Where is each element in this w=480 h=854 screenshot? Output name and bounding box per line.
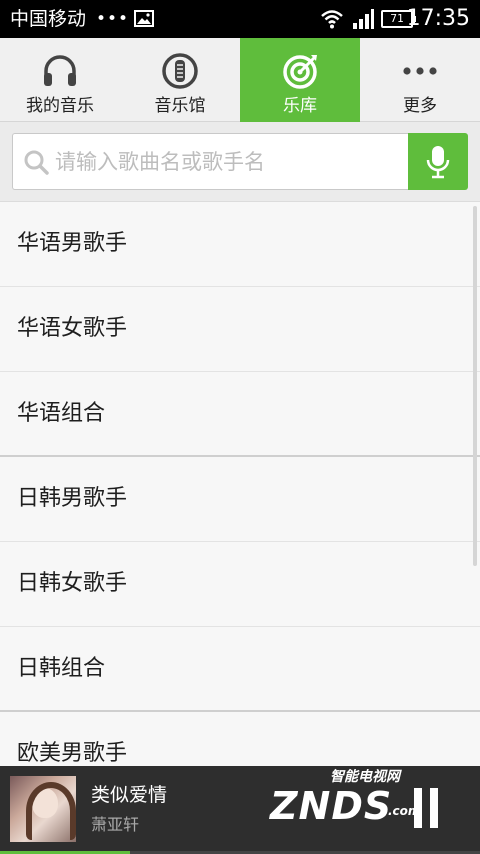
list-item-label: 欧美男歌手 [17, 741, 128, 766]
tab-label: 乐库 [283, 96, 317, 116]
top-tab-bar: 我的音乐 音乐馆 乐库 更多 [0, 38, 480, 122]
tab-library[interactable]: 乐库 [240, 38, 360, 122]
list-item-label: 华语女歌手 [17, 316, 128, 341]
list-item[interactable]: 华语女歌手 [0, 287, 480, 372]
microphone-icon [426, 146, 450, 179]
more-dots-icon [403, 67, 437, 75]
headphones-icon [44, 55, 76, 86]
search-icon [24, 150, 49, 175]
song-title: 类似爱情 [91, 784, 168, 806]
tab-music-hall[interactable]: 音乐馆 [120, 38, 240, 122]
list-item-label: 日韩女歌手 [17, 571, 128, 596]
list-item-label: 日韩男歌手 [17, 486, 128, 511]
watermark-main: ZNDS [270, 784, 393, 828]
tab-label: 音乐馆 [154, 96, 206, 116]
list-item-label: 华语组合 [17, 401, 106, 426]
voice-search-button[interactable] [408, 133, 468, 190]
signal-strength-icon [353, 9, 374, 29]
tab-label: 更多 [403, 96, 437, 116]
song-artist: 萧亚轩 [91, 815, 140, 834]
tab-more[interactable]: 更多 [360, 38, 480, 122]
status-bar: 中国移动 ••• 71 17:35 [0, 0, 480, 38]
list-item-label: 华语男歌手 [17, 231, 128, 256]
artist-category-list: 华语男歌手 华语女歌手 华语组合 日韩男歌手 日韩女歌手 日韩组合 欧美男歌手 [0, 202, 480, 766]
search-area [0, 122, 480, 202]
battery-level: 71 [390, 12, 404, 25]
search-input[interactable] [55, 143, 395, 181]
search-box[interactable] [12, 133, 408, 190]
list-scrollbar[interactable] [473, 206, 477, 566]
tab-my-music[interactable]: 我的音乐 [0, 38, 120, 122]
tab-label: 我的音乐 [26, 96, 94, 116]
watermark-suffix: .com [388, 804, 421, 818]
znds-watermark-logo: 智能电视网 ZNDS .com [268, 768, 421, 838]
music-hall-icon [162, 53, 198, 89]
wifi-icon [321, 10, 343, 29]
list-item[interactable]: 日韩女歌手 [0, 542, 480, 627]
target-icon [283, 55, 317, 89]
carrier-label: 中国移动 [10, 8, 87, 30]
image-notification-icon [134, 10, 154, 27]
list-item[interactable]: 华语男歌手 [0, 202, 480, 287]
list-item[interactable]: 欧美男歌手 [0, 712, 480, 766]
notification-dots: ••• [96, 9, 130, 29]
list-item-label: 日韩组合 [17, 656, 106, 681]
list-item[interactable]: 华语组合 [0, 372, 480, 457]
list-item[interactable]: 日韩男歌手 [0, 457, 480, 542]
list-item[interactable]: 日韩组合 [0, 627, 480, 712]
album-art[interactable] [10, 776, 76, 842]
clock: 17:35 [406, 6, 470, 31]
